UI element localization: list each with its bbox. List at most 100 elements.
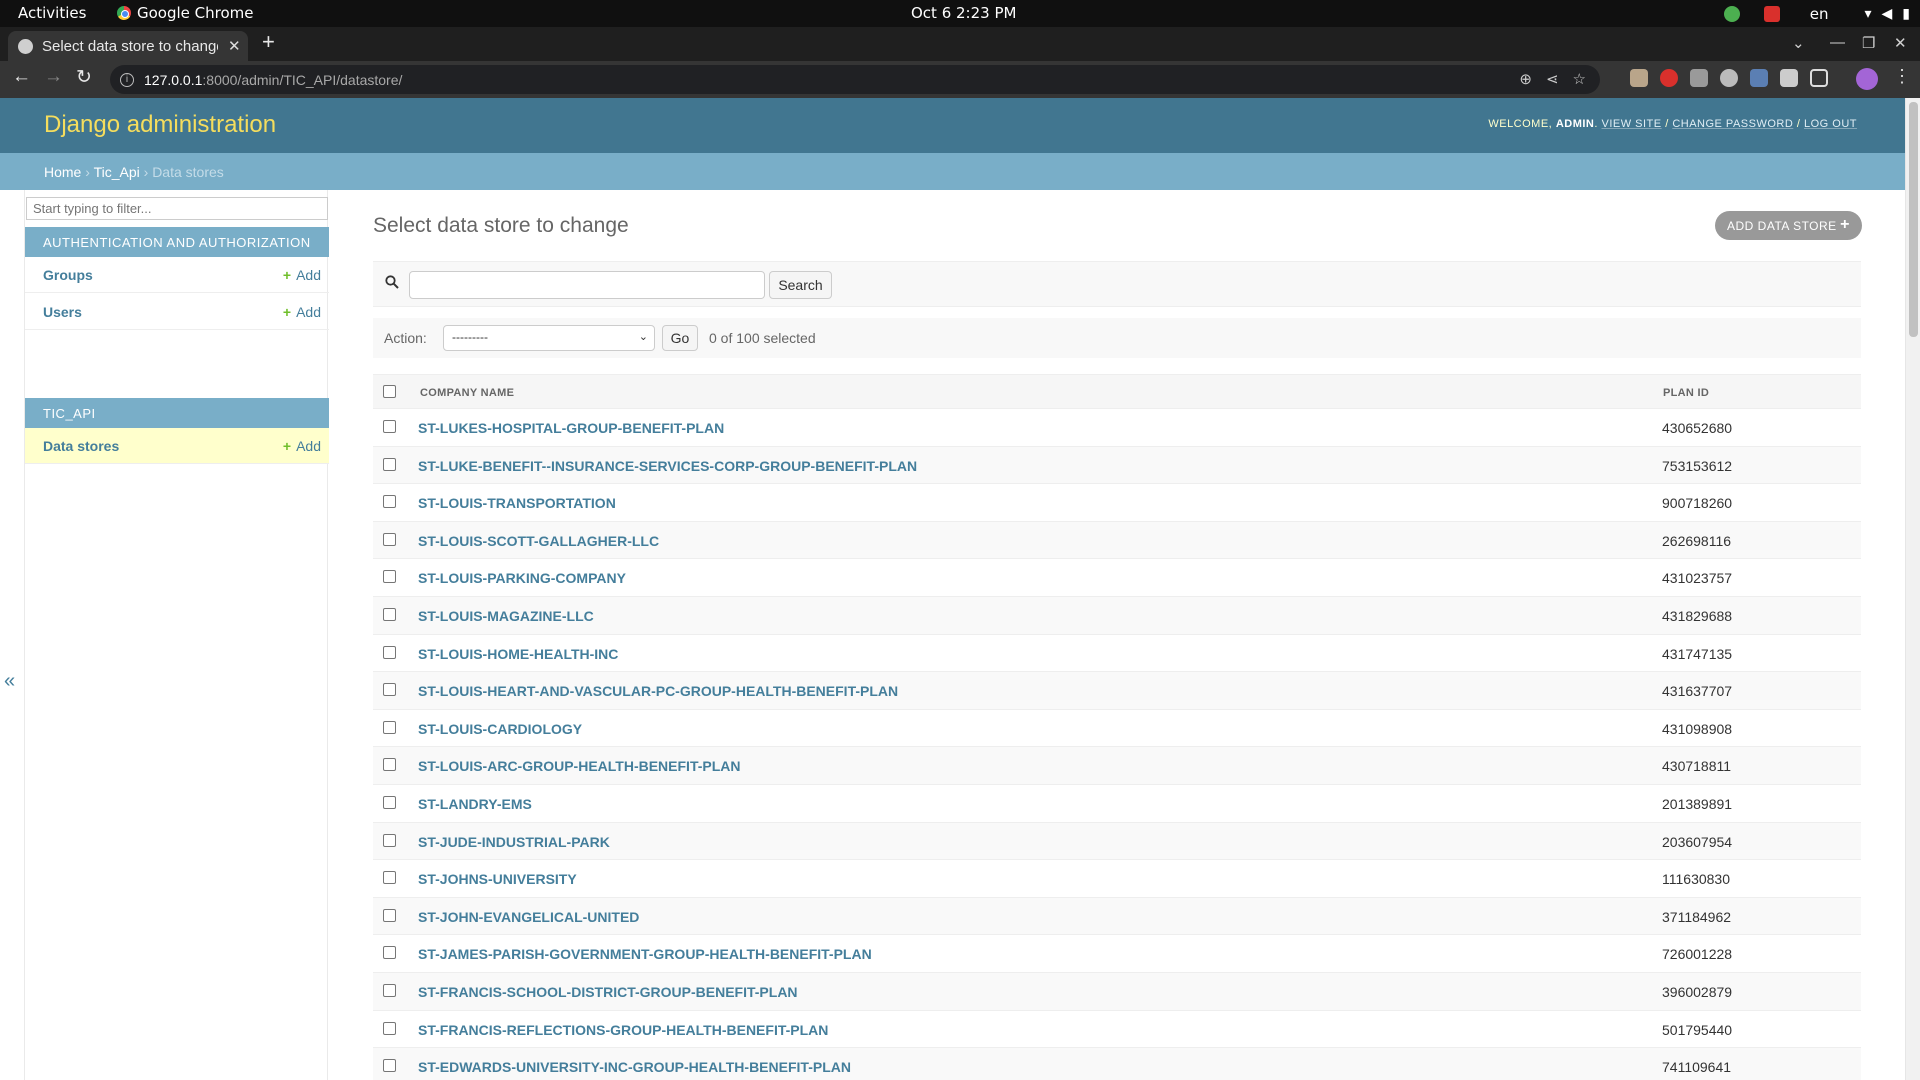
select-all-checkbox[interactable] <box>383 385 396 398</box>
close-window-icon[interactable]: ✕ <box>1894 34 1907 52</box>
tab-search-icon[interactable]: ⌄ <box>1792 34 1805 52</box>
sidebar-item-users[interactable]: Users + Add <box>25 294 329 330</box>
address-bar[interactable]: i 127.0.0.1:8000/admin/TIC_API/datastore… <box>110 65 1600 94</box>
extension-icon[interactable] <box>1660 69 1678 87</box>
company-name-link[interactable]: ST-LUKE-BENEFIT--INSURANCE-SERVICES-CORP… <box>418 458 917 474</box>
vertical-scrollbar[interactable] <box>1905 98 1920 1080</box>
toggle-nav-sidebar[interactable]: « <box>4 670 15 693</box>
tray-recorder-icon[interactable] <box>1763 5 1780 22</box>
add-users-link[interactable]: + Add <box>283 304 321 320</box>
log-out-link[interactable]: LOG OUT <box>1804 118 1857 130</box>
company-name-link[interactable]: ST-EDWARDS-UNIVERSITY-INC-GROUP-HEALTH-B… <box>418 1059 851 1075</box>
nav-filter-input[interactable] <box>26 197 328 220</box>
row-checkbox[interactable] <box>383 608 396 621</box>
sidebar-item-groups[interactable]: Groups + Add <box>25 257 329 293</box>
menu-kebab-icon[interactable]: ⋮ <box>1893 66 1911 87</box>
row-checkbox[interactable] <box>383 908 396 922</box>
new-tab-icon[interactable]: + <box>262 31 275 53</box>
app-menu[interactable]: Google Chrome <box>117 4 254 22</box>
row-checkbox[interactable] <box>383 420 396 433</box>
column-header-plan-id[interactable]: PLAN ID <box>1663 387 1709 399</box>
reload-icon[interactable]: ↻ <box>76 66 92 89</box>
bookmark-star-icon[interactable]: ☆ <box>1573 70 1586 88</box>
row-checkbox[interactable] <box>383 871 396 885</box>
profile-avatar[interactable] <box>1856 68 1878 90</box>
company-name-link[interactable]: ST-JOHN-EVANGELICAL-UNITED <box>418 909 639 925</box>
row-checkbox[interactable] <box>383 1059 396 1073</box>
minimize-icon[interactable]: — <box>1830 34 1845 51</box>
company-name-link[interactable]: ST-JUDE-INDUSTRIAL-PARK <box>418 834 610 850</box>
row-checkbox[interactable] <box>383 683 396 697</box>
puzzle-icon[interactable] <box>1780 69 1798 87</box>
tray-app-icon[interactable] <box>1723 5 1740 22</box>
extension-icon[interactable] <box>1690 69 1708 87</box>
action-select[interactable]: --------- ⌄ <box>443 325 655 351</box>
add-data-stores-link[interactable]: + Add <box>283 438 321 454</box>
company-name-link[interactable]: ST-LOUIS-HOME-HEALTH-INC <box>418 646 618 662</box>
breadcrumb: Home › Tic_Api › Data stores <box>0 153 1905 190</box>
row-checkbox[interactable] <box>383 645 396 659</box>
company-name-link[interactable]: ST-FRANCIS-REFLECTIONS-GROUP-HEALTH-BENE… <box>418 1022 828 1038</box>
company-name-link[interactable]: ST-LOUIS-PARKING-COMPANY <box>418 570 626 586</box>
site-branding[interactable]: Django administration <box>44 111 276 139</box>
system-tray[interactable]: en ▾ ◀ ▮ <box>1723 0 1920 27</box>
back-icon[interactable]: ← <box>12 66 31 88</box>
row-checkbox[interactable] <box>383 1021 396 1035</box>
company-name-link[interactable]: ST-LOUIS-ARC-GROUP-HEALTH-BENEFIT-PLAN <box>418 758 741 774</box>
company-name-link[interactable]: ST-LOUIS-SCOTT-GALLAGHER-LLC <box>418 533 659 549</box>
row-checkbox[interactable] <box>383 532 396 546</box>
model-link[interactable]: Groups <box>43 267 93 283</box>
activities-button[interactable]: Activities <box>18 4 86 22</box>
company-name-link[interactable]: ST-LOUIS-MAGAZINE-LLC <box>418 608 594 624</box>
change-password-link[interactable]: CHANGE PASSWORD <box>1672 118 1793 130</box>
row-checkbox[interactable] <box>383 570 396 584</box>
company-name-link[interactable]: ST-LOUIS-TRANSPORTATION <box>418 495 616 511</box>
share-icon[interactable]: ⋖ <box>1546 70 1559 88</box>
row-checkbox[interactable] <box>383 984 396 997</box>
row-checkbox[interactable] <box>383 758 396 772</box>
sidebar-item-data-stores[interactable]: Data stores + Add <box>25 428 329 464</box>
extension-icon[interactable] <box>1750 69 1768 87</box>
extension-icon[interactable] <box>1720 69 1738 87</box>
search-input[interactable] <box>409 271 765 299</box>
row-checkbox[interactable] <box>383 495 396 509</box>
company-name-link[interactable]: ST-LOUIS-CARDIOLOGY <box>418 721 582 737</box>
close-tab-icon[interactable]: ✕ <box>228 37 241 55</box>
clock[interactable]: Oct 6 2:23 PM <box>911 4 1016 22</box>
browser-tab[interactable]: Select data store to change ✕ <box>8 31 248 61</box>
restore-icon[interactable]: ❐ <box>1862 34 1875 52</box>
row-checkbox[interactable] <box>383 720 396 734</box>
scrollbar-thumb[interactable] <box>1909 102 1918 337</box>
view-site-link[interactable]: VIEW SITE <box>1602 118 1662 130</box>
row-checkbox[interactable] <box>383 796 396 809</box>
table-row: ST-JOHN-EVANGELICAL-UNITED 371184962 <box>373 897 1861 936</box>
model-link[interactable]: Data stores <box>43 438 119 454</box>
row-checkbox[interactable] <box>383 457 396 471</box>
info-icon[interactable]: i <box>120 72 134 87</box>
language-indicator[interactable]: en <box>1810 5 1829 23</box>
company-name-link[interactable]: ST-JOHNS-UNIVERSITY <box>418 871 577 887</box>
add-data-store-button[interactable]: ADD DATA STORE + <box>1715 211 1862 240</box>
extension-icon[interactable] <box>1630 69 1648 87</box>
add-groups-link[interactable]: + Add <box>283 267 321 283</box>
breadcrumb-app[interactable]: Tic_Api <box>94 164 140 180</box>
table-row: ST-FRANCIS-REFLECTIONS-GROUP-HEALTH-BENE… <box>373 1011 1861 1049</box>
breadcrumb-home[interactable]: Home <box>44 164 81 180</box>
module-caption-auth[interactable]: AUTHENTICATION AND AUTHORIZATION <box>25 227 329 257</box>
company-name-link[interactable]: ST-LOUIS-HEART-AND-VASCULAR-PC-GROUP-HEA… <box>418 683 898 699</box>
forward-icon[interactable]: → <box>44 66 63 88</box>
company-name-link[interactable]: ST-LUKES-HOSPITAL-GROUP-BENEFIT-PLAN <box>418 420 724 436</box>
breadcrumb-sep: › <box>85 164 90 180</box>
company-name-link[interactable]: ST-LANDRY-EMS <box>418 796 532 812</box>
company-name-link[interactable]: ST-FRANCIS-SCHOOL-DISTRICT-GROUP-BENEFIT… <box>418 984 798 1000</box>
company-name-link[interactable]: ST-JAMES-PARISH-GOVERNMENT-GROUP-HEALTH-… <box>418 946 872 962</box>
side-panel-icon[interactable] <box>1810 69 1828 87</box>
search-button[interactable]: Search <box>769 271 832 299</box>
module-caption-tic-api[interactable]: TIC_API <box>25 398 329 428</box>
row-checkbox[interactable] <box>383 946 396 960</box>
row-checkbox[interactable] <box>383 833 396 847</box>
go-button[interactable]: Go <box>662 325 698 351</box>
column-header-company[interactable]: COMPANY NAME <box>420 387 514 399</box>
model-link[interactable]: Users <box>43 304 82 320</box>
zoom-icon[interactable]: ⊕ <box>1519 70 1532 88</box>
